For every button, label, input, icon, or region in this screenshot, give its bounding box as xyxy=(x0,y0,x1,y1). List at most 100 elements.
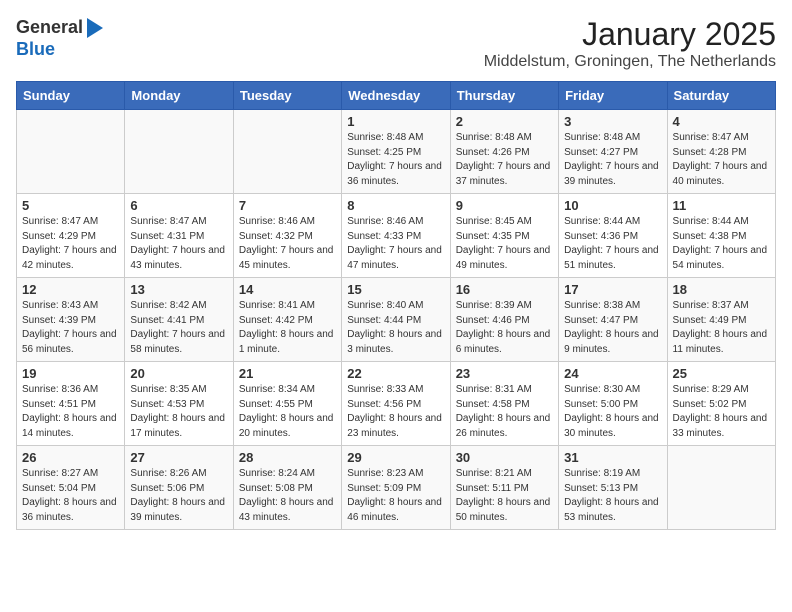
calendar-week-row: 26 Sunrise: 8:27 AM Sunset: 5:04 PM Dayli… xyxy=(17,446,776,530)
logo-blue: Blue xyxy=(16,39,55,59)
day-detail: Sunrise: 8:48 AM Sunset: 4:25 PM Dayligh… xyxy=(347,131,444,189)
logo: General Blue xyxy=(16,16,105,60)
weekday-header-monday: Monday xyxy=(125,82,233,110)
day-number: 22 xyxy=(347,366,444,381)
calendar-cell: 28 Sunrise: 8:24 AM Sunset: 5:08 PM Dayli… xyxy=(233,446,341,530)
calendar-cell: 4Sunrise: 8:47 AM Sunset: 4:28 PM Daylig… xyxy=(667,110,775,194)
day-number: 11 xyxy=(673,198,770,213)
page-header: General Blue January 2025 Middelstum, Gr… xyxy=(16,16,776,71)
day-detail: Sunrise: 8:39 AM Sunset: 4:46 PM Dayligh… xyxy=(456,299,553,357)
day-number: 27 xyxy=(130,450,227,465)
calendar-cell: 26 Sunrise: 8:27 AM Sunset: 5:04 PM Dayli… xyxy=(17,446,125,530)
day-number: 13 xyxy=(130,282,227,297)
day-number: 30 xyxy=(456,450,553,465)
day-number: 25 xyxy=(673,366,770,381)
month-title: January 2025 xyxy=(484,16,776,53)
weekday-header-row: SundayMondayTuesdayWednesdayThursdayFrid… xyxy=(17,82,776,110)
day-detail: Sunrise: 8:45 AM Sunset: 4:35 PM Dayligh… xyxy=(456,215,553,273)
day-detail: Sunrise: 8:47 AM Sunset: 4:28 PM Dayligh… xyxy=(673,131,770,189)
day-detail: Sunrise: 8:46 AM Sunset: 4:33 PM Dayligh… xyxy=(347,215,444,273)
day-number: 21 xyxy=(239,366,336,381)
day-number: 12 xyxy=(22,282,119,297)
location-title: Middelstum, Groningen, The Netherlands xyxy=(484,53,776,71)
calendar-cell: 19 Sunrise: 8:36 AM Sunset: 4:51 PM Dayli… xyxy=(17,362,125,446)
calendar-week-row: 5Sunrise: 8:47 AM Sunset: 4:29 PM Daylig… xyxy=(17,194,776,278)
calendar-cell: 5Sunrise: 8:47 AM Sunset: 4:29 PM Daylig… xyxy=(17,194,125,278)
calendar-cell: 27 Sunrise: 8:26 AM Sunset: 5:06 PM Dayli… xyxy=(125,446,233,530)
day-detail: Sunrise: 8:29 AM Sunset: 5:02 PM Dayligh… xyxy=(673,383,770,441)
day-detail: Sunrise: 8:42 AM Sunset: 4:41 PM Dayligh… xyxy=(130,299,227,357)
day-detail: Sunrise: 8:43 AM Sunset: 4:39 PM Dayligh… xyxy=(22,299,119,357)
day-detail: Sunrise: 8:19 AM Sunset: 5:13 PM Dayligh… xyxy=(564,467,661,525)
day-detail: Sunrise: 8:23 AM Sunset: 5:09 PM Dayligh… xyxy=(347,467,444,525)
day-number: 7 xyxy=(239,198,336,213)
calendar-cell: 12 Sunrise: 8:43 AM Sunset: 4:39 PM Dayli… xyxy=(17,278,125,362)
day-detail: Sunrise: 8:27 AM Sunset: 5:04 PM Dayligh… xyxy=(22,467,119,525)
calendar-cell: 25 Sunrise: 8:29 AM Sunset: 5:02 PM Dayli… xyxy=(667,362,775,446)
day-number: 3 xyxy=(564,114,661,129)
day-detail: Sunrise: 8:46 AM Sunset: 4:32 PM Dayligh… xyxy=(239,215,336,273)
calendar-cell: 7 Sunrise: 8:46 AM Sunset: 4:32 PM Daylig… xyxy=(233,194,341,278)
logo-icon xyxy=(85,16,105,40)
calendar-table: SundayMondayTuesdayWednesdayThursdayFrid… xyxy=(16,81,776,530)
calendar-cell: 24 Sunrise: 8:30 AM Sunset: 5:00 PM Dayli… xyxy=(559,362,667,446)
calendar-cell xyxy=(667,446,775,530)
calendar-cell xyxy=(125,110,233,194)
day-detail: Sunrise: 8:21 AM Sunset: 5:11 PM Dayligh… xyxy=(456,467,553,525)
day-number: 16 xyxy=(456,282,553,297)
day-number: 24 xyxy=(564,366,661,381)
day-number: 15 xyxy=(347,282,444,297)
calendar-cell: 11Sunrise: 8:44 AM Sunset: 4:38 PM Dayli… xyxy=(667,194,775,278)
calendar-cell: 2Sunrise: 8:48 AM Sunset: 4:26 PM Daylig… xyxy=(450,110,558,194)
day-detail: Sunrise: 8:40 AM Sunset: 4:44 PM Dayligh… xyxy=(347,299,444,357)
day-number: 10 xyxy=(564,198,661,213)
day-number: 31 xyxy=(564,450,661,465)
day-detail: Sunrise: 8:26 AM Sunset: 5:06 PM Dayligh… xyxy=(130,467,227,525)
day-number: 17 xyxy=(564,282,661,297)
day-number: 9 xyxy=(456,198,553,213)
logo-general: General xyxy=(16,18,83,38)
calendar-cell: 18Sunrise: 8:37 AM Sunset: 4:49 PM Dayli… xyxy=(667,278,775,362)
calendar-week-row: 12 Sunrise: 8:43 AM Sunset: 4:39 PM Dayli… xyxy=(17,278,776,362)
calendar-week-row: 1 Sunrise: 8:48 AM Sunset: 4:25 PM Daylig… xyxy=(17,110,776,194)
calendar-cell xyxy=(233,110,341,194)
day-number: 1 xyxy=(347,114,444,129)
day-number: 20 xyxy=(130,366,227,381)
day-number: 18 xyxy=(673,282,770,297)
day-number: 19 xyxy=(22,366,119,381)
calendar-cell: 9 Sunrise: 8:45 AM Sunset: 4:35 PM Daylig… xyxy=(450,194,558,278)
day-detail: Sunrise: 8:38 AM Sunset: 4:47 PM Dayligh… xyxy=(564,299,661,357)
day-number: 6 xyxy=(130,198,227,213)
weekday-header-thursday: Thursday xyxy=(450,82,558,110)
day-detail: Sunrise: 8:41 AM Sunset: 4:42 PM Dayligh… xyxy=(239,299,336,357)
calendar-cell: 1 Sunrise: 8:48 AM Sunset: 4:25 PM Daylig… xyxy=(342,110,450,194)
day-detail: Sunrise: 8:31 AM Sunset: 4:58 PM Dayligh… xyxy=(456,383,553,441)
day-detail: Sunrise: 8:33 AM Sunset: 4:56 PM Dayligh… xyxy=(347,383,444,441)
title-block: January 2025 Middelstum, Groningen, The … xyxy=(484,16,776,71)
calendar-cell: 13 Sunrise: 8:42 AM Sunset: 4:41 PM Dayli… xyxy=(125,278,233,362)
day-number: 14 xyxy=(239,282,336,297)
day-number: 23 xyxy=(456,366,553,381)
calendar-cell: 31 Sunrise: 8:19 AM Sunset: 5:13 PM Dayli… xyxy=(559,446,667,530)
day-detail: Sunrise: 8:48 AM Sunset: 4:27 PM Dayligh… xyxy=(564,131,661,189)
calendar-cell: 16 Sunrise: 8:39 AM Sunset: 4:46 PM Dayli… xyxy=(450,278,558,362)
day-detail: Sunrise: 8:44 AM Sunset: 4:36 PM Dayligh… xyxy=(564,215,661,273)
calendar-cell: 30 Sunrise: 8:21 AM Sunset: 5:11 PM Dayli… xyxy=(450,446,558,530)
day-number: 28 xyxy=(239,450,336,465)
day-detail: Sunrise: 8:24 AM Sunset: 5:08 PM Dayligh… xyxy=(239,467,336,525)
day-number: 29 xyxy=(347,450,444,465)
weekday-header-tuesday: Tuesday xyxy=(233,82,341,110)
weekday-header-wednesday: Wednesday xyxy=(342,82,450,110)
day-number: 26 xyxy=(22,450,119,465)
calendar-cell: 23 Sunrise: 8:31 AM Sunset: 4:58 PM Dayli… xyxy=(450,362,558,446)
calendar-cell: 21 Sunrise: 8:34 AM Sunset: 4:55 PM Dayli… xyxy=(233,362,341,446)
day-detail: Sunrise: 8:47 AM Sunset: 4:29 PM Dayligh… xyxy=(22,215,119,273)
day-detail: Sunrise: 8:34 AM Sunset: 4:55 PM Dayligh… xyxy=(239,383,336,441)
day-detail: Sunrise: 8:47 AM Sunset: 4:31 PM Dayligh… xyxy=(130,215,227,273)
weekday-header-saturday: Saturday xyxy=(667,82,775,110)
calendar-cell: 15 Sunrise: 8:40 AM Sunset: 4:44 PM Dayli… xyxy=(342,278,450,362)
day-detail: Sunrise: 8:30 AM Sunset: 5:00 PM Dayligh… xyxy=(564,383,661,441)
weekday-header-sunday: Sunday xyxy=(17,82,125,110)
day-detail: Sunrise: 8:36 AM Sunset: 4:51 PM Dayligh… xyxy=(22,383,119,441)
calendar-cell: 6 Sunrise: 8:47 AM Sunset: 4:31 PM Daylig… xyxy=(125,194,233,278)
